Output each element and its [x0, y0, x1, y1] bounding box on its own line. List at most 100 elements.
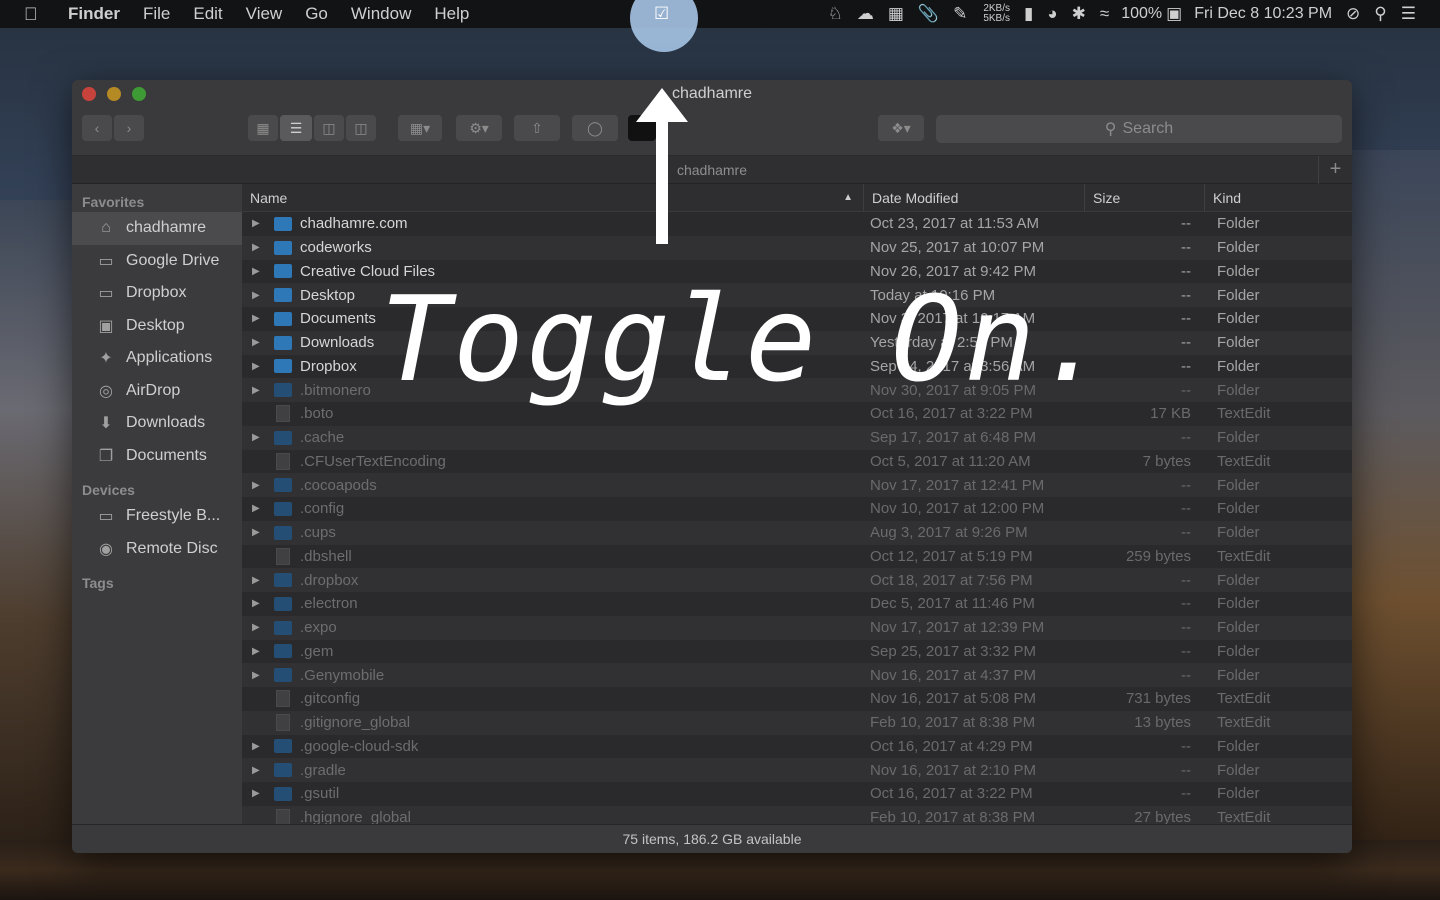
disclosure-triangle-icon[interactable]: ▶ — [252, 337, 266, 348]
do-not-disturb-icon[interactable]: ⊘ — [1346, 4, 1360, 24]
network-speed[interactable]: 2KB/s 5KB/s — [983, 4, 1010, 24]
share-button[interactable]: ⇧ — [514, 115, 560, 141]
column-view-button[interactable]: ◫ — [314, 115, 344, 141]
sidebar-item[interactable]: ◎ AirDrop — [72, 375, 242, 408]
table-row[interactable]: .gitignore_global Feb 10, 2017 at 8:38 PM… — [242, 710, 1352, 735]
file-name: .google-cloud-sdk — [300, 737, 419, 755]
table-row[interactable]: ▶ .cache Sep 17, 2017 at 6:48 PM -- Folder — [242, 425, 1352, 450]
disclosure-triangle-icon[interactable]: ▶ — [252, 480, 266, 491]
table-row[interactable]: ▶ chadhamre.com Oct 23, 2017 at 11:53 AM --… — [242, 212, 1352, 236]
cell-size: -- — [1181, 761, 1191, 779]
column-name-header[interactable]: Name ▲ — [242, 184, 864, 212]
disclosure-triangle-icon[interactable]: ▶ — [252, 670, 266, 681]
icon-view-button[interactable]: ▦ — [248, 115, 278, 141]
spotlight-search-icon[interactable]: ⚲ — [1374, 4, 1386, 24]
finder-window: chadhamre ‹ › ▦ ☰ ◫ ◫ ▦▾ ⚙▾ ⇧ ◯ ❖▾ ⚲ Sea… — [72, 80, 1352, 853]
cloud-upload-icon[interactable]: ☁ — [857, 4, 874, 24]
table-row[interactable]: ▶ .google-cloud-sdk Oct 16, 2017 at 4:29 P… — [242, 735, 1352, 759]
table-row[interactable]: ▶ .electron Dec 5, 2017 at 11:46 PM -- Folde… — [242, 592, 1352, 616]
bluetooth-icon[interactable]: ✱ — [1072, 4, 1086, 24]
disclosure-triangle-icon[interactable]: ▶ — [252, 242, 266, 253]
checkbox-toggle-icon[interactable]: ☑ — [654, 4, 669, 24]
file-name: .cocoapods — [300, 476, 377, 494]
disclosure-triangle-icon[interactable]: ▶ — [252, 503, 266, 514]
menu-window[interactable]: Window — [351, 4, 411, 24]
dropbox-button[interactable]: ❖▾ — [878, 115, 924, 141]
forward-button[interactable]: › — [114, 115, 144, 141]
cell-date: Nov 16, 2017 at 2:10 PM — [870, 761, 1036, 779]
table-row[interactable]: ▶ .expo Nov 17, 2017 at 12:39 PM -- Folder — [242, 615, 1352, 640]
paperclip-icon[interactable]: 📎 — [918, 4, 939, 24]
disclosure-triangle-icon[interactable]: ▶ — [252, 765, 266, 776]
disclosure-triangle-icon[interactable]: ▶ — [252, 598, 266, 609]
disclosure-triangle-icon[interactable]: ▶ — [252, 385, 266, 396]
new-tab-button[interactable]: + — [1318, 156, 1352, 184]
arrange-button[interactable]: ▦▾ — [398, 115, 442, 141]
table-row[interactable]: ▶ .cups Aug 3, 2017 at 9:26 PM -- Folder — [242, 520, 1352, 545]
sidebar-item[interactable]: ⬇ Downloads — [72, 407, 242, 440]
sidebar-item[interactable]: ▣ Desktop — [72, 310, 242, 343]
notification-center-icon[interactable]: ☰ — [1401, 4, 1416, 24]
table-row[interactable]: .dbshell Oct 12, 2017 at 5:19 PM 259 bytes… — [242, 545, 1352, 569]
column-kind-header[interactable]: Kind — [1205, 184, 1352, 212]
wifi-icon[interactable]: ≈ — [1100, 4, 1109, 24]
list-view-button[interactable]: ☰ — [280, 115, 312, 141]
sidebar-item[interactable]: ⌂ chadhamre — [72, 212, 242, 245]
column-size-header[interactable]: Size — [1085, 184, 1205, 212]
disclosure-triangle-icon[interactable]: ▶ — [252, 313, 266, 324]
disclosure-triangle-icon[interactable]: ▶ — [252, 575, 266, 586]
grid-layout-icon[interactable]: ▦ — [888, 4, 904, 24]
menu-go[interactable]: Go — [305, 4, 328, 24]
column-date-header[interactable]: Date Modified — [864, 184, 1085, 212]
table-row[interactable]: ▶ .dropbox Oct 18, 2017 at 7:56 PM -- Folder — [242, 568, 1352, 592]
cell-kind: Folder — [1217, 571, 1260, 589]
battery-percent[interactable]: 100% — [1121, 5, 1162, 23]
table-row[interactable]: ▶ .gradle Nov 16, 2017 at 2:10 PM -- Folder — [242, 758, 1352, 782]
disclosure-triangle-icon[interactable]: ▶ — [252, 622, 266, 633]
sidebar-item[interactable]: ◉ Remote Disc — [72, 533, 242, 566]
menu-edit[interactable]: Edit — [193, 4, 222, 24]
sidebar-item[interactable]: ▭ Freestyle B... — [72, 500, 242, 533]
notes-icon[interactable]: ✎ — [953, 4, 967, 24]
table-row[interactable]: ▶ codeworks Nov 25, 2017 at 10:07 PM -- Fold… — [242, 235, 1352, 260]
cell-kind: Folder — [1217, 286, 1260, 304]
table-row[interactable]: .gitconfig Nov 16, 2017 at 5:08 PM 731 byt… — [242, 687, 1352, 711]
table-row[interactable]: ▶ .gem Sep 25, 2017 at 3:32 PM -- Folder — [242, 640, 1352, 664]
battery-icon[interactable]: ▣ — [1166, 4, 1182, 24]
menu-help[interactable]: Help — [434, 4, 469, 24]
action-gear-button[interactable]: ⚙▾ — [456, 115, 502, 141]
back-button[interactable]: ‹ — [82, 115, 112, 141]
sidebar-item[interactable]: ✦ Applications — [72, 342, 242, 375]
cell-size: -- — [1181, 215, 1191, 233]
horse-icon[interactable]: ♘ — [828, 4, 843, 24]
disclosure-triangle-icon[interactable]: ▶ — [252, 432, 266, 443]
apple-menu-icon[interactable]:  — [24, 4, 46, 25]
disclosure-triangle-icon[interactable]: ▶ — [252, 361, 266, 372]
sidebar-item[interactable]: ▭ Dropbox — [72, 277, 242, 310]
table-row[interactable]: ▶ .Genymobile Nov 16, 2017 at 4:37 PM -- Fol… — [242, 663, 1352, 687]
disclosure-triangle-icon[interactable]: ▶ — [252, 788, 266, 799]
folder-icon — [274, 739, 292, 754]
gallery-view-button[interactable]: ◫ — [346, 115, 376, 141]
sidebar-item[interactable]: ❐ Documents — [72, 440, 242, 473]
table-row[interactable]: .hgignore_global Feb 10, 2017 at 8:38 PM 2… — [242, 805, 1352, 824]
tags-button[interactable]: ◯ — [572, 115, 618, 141]
disclosure-triangle-icon[interactable]: ▶ — [252, 266, 266, 277]
menu-clock[interactable]: Fri Dec 8 10:23 PM — [1194, 5, 1332, 23]
table-row[interactable]: ▶ .gsutil Oct 16, 2017 at 3:22 PM -- Folder — [242, 782, 1352, 806]
table-row[interactable]: ▶ .config Nov 10, 2017 at 12:00 PM -- Folder — [242, 497, 1352, 521]
table-row[interactable]: .CFUserTextEncoding Oct 5, 2017 at 11:20 … — [242, 450, 1352, 474]
table-row[interactable]: ▶ .cocoapods Nov 17, 2017 at 12:41 PM -- Fol… — [242, 473, 1352, 497]
disclosure-triangle-icon[interactable]: ▶ — [252, 290, 266, 301]
disclosure-triangle-icon[interactable]: ▶ — [252, 218, 266, 229]
disclosure-triangle-icon[interactable]: ▶ — [252, 741, 266, 752]
menu-view[interactable]: View — [246, 4, 283, 24]
pie-chart-icon[interactable]: ◕ — [1047, 4, 1057, 24]
disclosure-triangle-icon[interactable]: ▶ — [252, 527, 266, 538]
sidebar-item[interactable]: ▭ Google Drive — [72, 245, 242, 278]
disclosure-triangle-icon[interactable]: ▶ — [252, 646, 266, 657]
menu-app-name[interactable]: Finder — [68, 4, 120, 24]
menu-file[interactable]: File — [143, 4, 170, 24]
memory-icon[interactable]: ▮ — [1024, 4, 1033, 24]
search-input[interactable]: ⚲ Search — [936, 115, 1342, 143]
